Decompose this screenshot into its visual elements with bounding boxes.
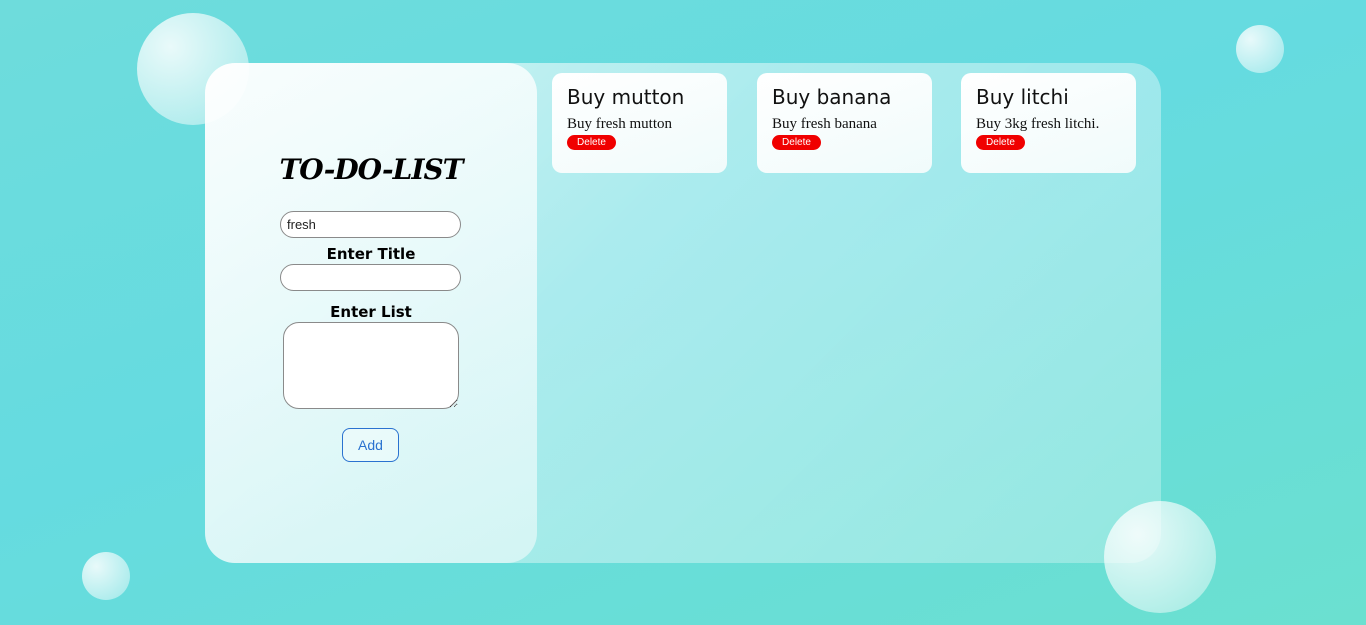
- decorative-bubble: [1236, 25, 1284, 73]
- card-text: Buy 3kg fresh litchi.: [976, 116, 1100, 132]
- form-panel: TO-DO-LIST Enter Title Enter List Add: [205, 63, 537, 563]
- card-title: Buy mutton: [567, 85, 685, 109]
- todo-card: Buy litchi Buy 3kg fresh litchi. Delete: [961, 73, 1136, 173]
- page-background: { "app": { "title": "TO-DO-LIST" }, "for…: [0, 0, 1366, 625]
- todo-card: Buy banana Buy fresh banana Delete: [757, 73, 932, 173]
- card-title: Buy banana: [772, 85, 892, 109]
- search-input[interactable]: [280, 211, 461, 238]
- delete-button[interactable]: Delete: [772, 135, 821, 150]
- main-container: TO-DO-LIST Enter Title Enter List Add Bu…: [205, 63, 1161, 563]
- todo-card: Buy mutton Buy fresh mutton Delete: [552, 73, 727, 173]
- decorative-bubble: [82, 552, 130, 600]
- delete-button[interactable]: Delete: [567, 135, 616, 150]
- app-title: TO-DO-LIST: [279, 153, 463, 186]
- card-title: Buy litchi: [976, 85, 1069, 109]
- title-input[interactable]: [280, 264, 461, 291]
- title-label: Enter Title: [326, 245, 416, 263]
- add-button[interactable]: Add: [342, 428, 399, 462]
- list-textarea[interactable]: [283, 322, 459, 409]
- card-text: Buy fresh banana: [772, 116, 877, 132]
- card-text: Buy fresh mutton: [567, 116, 672, 132]
- decorative-bubble: [1104, 501, 1216, 613]
- delete-button[interactable]: Delete: [976, 135, 1025, 150]
- list-label: Enter List: [330, 303, 412, 321]
